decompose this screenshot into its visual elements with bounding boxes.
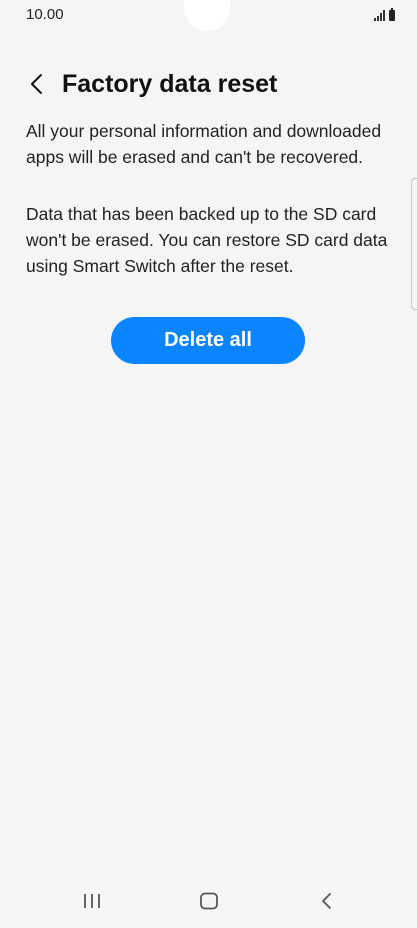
- battery-icon: [389, 8, 395, 21]
- signal-icon: [374, 9, 385, 21]
- status-bar: 10.00: [0, 0, 417, 32]
- back-icon: [322, 893, 331, 909]
- camera-notch: [184, 0, 230, 31]
- sd-card-info-text: Data that has been backed up to the SD c…: [26, 204, 388, 276]
- delete-all-button[interactable]: Delete all: [111, 317, 305, 364]
- chevron-left-icon: [31, 74, 42, 94]
- status-icons: [374, 8, 395, 21]
- home-icon: [200, 892, 218, 910]
- recents-icon: [84, 894, 100, 908]
- back-button[interactable]: [24, 62, 48, 106]
- home-button[interactable]: [189, 886, 229, 916]
- nav-back-button[interactable]: [306, 886, 346, 916]
- erase-warning-text: All your personal information and downlo…: [26, 121, 382, 167]
- recents-button[interactable]: [72, 886, 112, 916]
- navigation-bar: [0, 878, 417, 928]
- scroll-indicator[interactable]: [411, 178, 417, 310]
- header: Factory data reset: [24, 62, 277, 106]
- status-time: 10.00: [26, 6, 64, 23]
- page-title: Factory data reset: [62, 69, 278, 98]
